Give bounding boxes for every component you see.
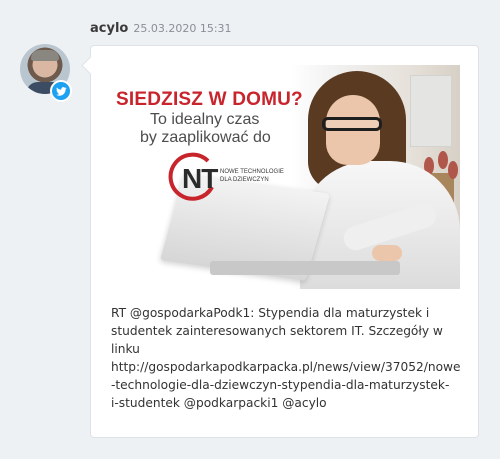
post-text: RT @gospodarkaPodk1: Stypendia dla matur…: [111, 306, 461, 410]
photo-glasses: [322, 117, 382, 131]
image-headline-line3: by zaaplikować do: [140, 129, 271, 146]
photo-laptop-base: [210, 261, 400, 275]
post-username[interactable]: acylo: [90, 21, 128, 36]
post-image[interactable]: SIEDZISZ W DOMU? To idealny czas by zaap…: [110, 65, 460, 289]
avatar-container[interactable]: [20, 44, 72, 102]
post-header: acylo 25.03.2020 15:31: [90, 21, 232, 39]
photo-window: [410, 75, 452, 147]
post-card: SIEDZISZ W DOMU? To idealny czas by zaap…: [81, 45, 479, 438]
image-headline-red: SIEDZISZ W DOMU?: [116, 89, 303, 110]
twitter-bird-icon: [50, 80, 72, 102]
card-pointer: [81, 56, 100, 75]
avatar-hair: [31, 50, 59, 61]
image-headline-line2: To idealny czas: [150, 111, 260, 128]
nt-logo-text-line1: NOWE TECHNOLOGIE: [220, 169, 284, 175]
post-timestamp[interactable]: 25.03.2020 15:31: [133, 22, 231, 35]
nt-logo: NT NOWE TECHNOLOGIE DLA DZIEWCZYN: [168, 151, 318, 205]
nt-logo-letters: NT: [182, 163, 218, 194]
photo-woman-hand: [372, 245, 402, 261]
nt-logo-text-line2: DLA DZIEWCZYN: [220, 177, 269, 183]
photo-plant-leaf: [438, 151, 448, 169]
photo-plant-leaf: [448, 161, 458, 179]
